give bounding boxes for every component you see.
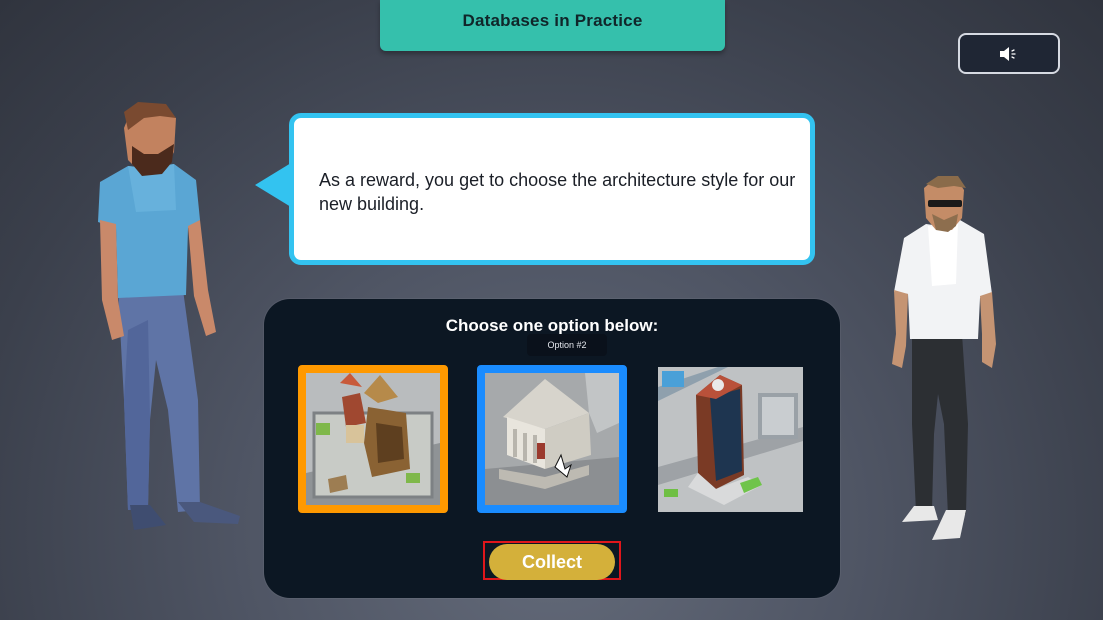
sound-toggle-button[interactable]: [958, 33, 1060, 74]
game-title-banner: Databases in Practice: [380, 0, 725, 51]
collect-button[interactable]: Collect: [489, 544, 615, 580]
speech-bubble-tail: [255, 163, 291, 207]
classical-building-image: [485, 373, 619, 505]
option-3-modern-building[interactable]: [658, 367, 803, 512]
left-character: [98, 102, 240, 530]
right-character: [892, 176, 996, 540]
dialogue-text: As a reward, you get to choose the archi…: [319, 170, 796, 214]
speaker-icon: [1000, 46, 1016, 61]
option-1-medieval-building[interactable]: [298, 365, 448, 513]
speech-bubble: As a reward, you get to choose the archi…: [289, 113, 815, 265]
option-2-classical-building[interactable]: [477, 365, 627, 513]
modern-skyscraper-image: [658, 367, 803, 512]
game-title: Databases in Practice: [462, 11, 643, 30]
medieval-town-house-image: [306, 373, 440, 505]
choice-panel-title: Choose one option below:: [445, 316, 659, 335]
option-tooltip: Option #2: [527, 334, 607, 356]
choice-panel: Choose one option below: Option #2 Colle…: [264, 299, 840, 598]
